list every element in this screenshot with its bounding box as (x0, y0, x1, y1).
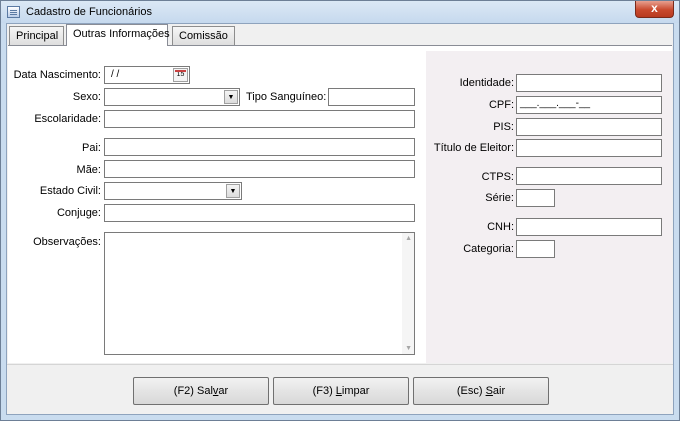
label-categoria: Categoria: (463, 243, 514, 255)
limpar-label-pre: (F3) (312, 385, 336, 397)
observacoes-scrollbar[interactable]: ▲ ▼ (402, 233, 414, 354)
tab-panel-outras-informacoes: Data Nascimento: / / 15 Sexo: ▼ Tipo San… (8, 45, 672, 363)
client-area: Principal Outras Informações Comissão Da… (6, 23, 674, 415)
tipo-sanguineo-field[interactable] (328, 88, 415, 106)
cpf-value: ___.___.___-__ (520, 98, 591, 109)
serie-field[interactable] (516, 189, 555, 207)
limpar-button[interactable]: (F3) Limpar (273, 377, 409, 405)
label-ctps: CTPS: (481, 171, 514, 183)
tab-comissao[interactable]: Comissão (172, 26, 235, 45)
cpf-field[interactable]: ___.___.___-__ (516, 96, 662, 114)
label-sexo: Sexo: (72, 91, 101, 103)
title-bar[interactable]: Cadastro de Funcionários x (1, 1, 679, 23)
salvar-label-post: ar (218, 385, 229, 397)
label-pis: PIS: (493, 121, 514, 133)
label-escolaridade: Escolaridade: (34, 113, 101, 125)
titulo-eleitor-field[interactable] (516, 139, 662, 157)
label-conjuge: Conjuge: (56, 207, 101, 219)
cnh-field[interactable] (516, 218, 662, 236)
conjuge-field[interactable] (104, 204, 415, 222)
data-nascimento-value: / / (111, 69, 120, 80)
salvar-label-pre: (F2) Sal (173, 385, 213, 397)
scroll-down-icon[interactable]: ▼ (405, 345, 412, 352)
escolaridade-field[interactable] (104, 110, 415, 128)
calendar-icon[interactable]: 15 (173, 68, 188, 82)
label-titulo-eleitor: Título de Eleitor: (433, 142, 514, 154)
label-mae: Mãe: (76, 164, 101, 176)
close-button[interactable]: x (635, 1, 674, 18)
tab-outras-informacoes[interactable]: Outras Informações (66, 24, 170, 46)
label-data-nascimento: Data Nascimento: (13, 69, 101, 81)
button-separator (7, 364, 673, 365)
salvar-button[interactable]: (F2) Salvar (133, 377, 269, 405)
app-window: Cadastro de Funcionários x Principal Out… (0, 0, 680, 421)
label-estado-civil: Estado Civil: (39, 185, 101, 197)
label-cnh: CNH: (487, 221, 514, 233)
scroll-up-icon[interactable]: ▲ (405, 235, 412, 242)
chevron-down-icon[interactable]: ▼ (224, 90, 238, 104)
tab-principal[interactable]: Principal (9, 26, 64, 45)
mae-field[interactable] (104, 160, 415, 178)
pis-field[interactable] (516, 118, 662, 136)
sair-label-post: air (492, 385, 506, 397)
sair-button[interactable]: (Esc) Sair (413, 377, 549, 405)
sexo-select[interactable]: ▼ (104, 88, 240, 106)
sair-label-pre: (Esc) (456, 385, 486, 397)
pai-field[interactable] (104, 138, 415, 156)
app-icon (7, 6, 20, 18)
label-observacoes: Observações: (33, 236, 101, 248)
label-pai: Pai: (82, 142, 101, 154)
label-identidade: Identidade: (459, 77, 514, 89)
window-title: Cadastro de Funcionários (26, 6, 152, 18)
label-serie: Série: (485, 192, 514, 204)
label-tipo-sanguineo: Tipo Sanguíneo: (246, 91, 327, 103)
data-nascimento-field[interactable]: / / 15 (104, 66, 190, 84)
ctps-field[interactable] (516, 167, 662, 185)
estado-civil-select[interactable]: ▼ (104, 182, 242, 200)
documents-panel: Identidade: CPF: ___.___.___-__ PIS: Tít… (426, 51, 672, 363)
categoria-field[interactable] (516, 240, 555, 258)
observacoes-textarea[interactable]: ▲ ▼ (104, 232, 415, 355)
limpar-label-post: impar (341, 385, 370, 397)
chevron-down-icon[interactable]: ▼ (226, 184, 240, 198)
label-cpf: CPF: (488, 99, 514, 111)
sair-label-accel: S (485, 385, 493, 397)
identidade-field[interactable] (516, 74, 662, 92)
